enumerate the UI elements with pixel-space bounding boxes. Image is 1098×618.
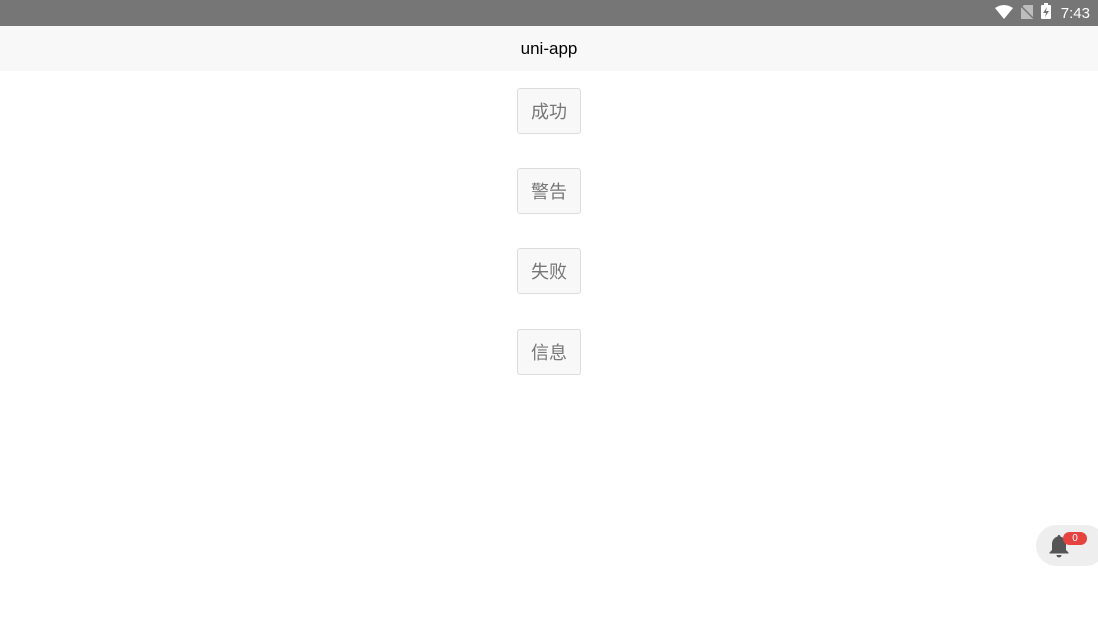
wifi-icon xyxy=(994,4,1013,23)
no-sim-icon xyxy=(1020,4,1034,23)
status-bar: 7:43 xyxy=(0,0,1098,26)
success-button[interactable]: 成功 xyxy=(517,88,581,134)
status-time: 7:43 xyxy=(1060,4,1090,22)
status-icons: 7:43 xyxy=(994,0,1090,26)
notification-float-button[interactable]: 0 xyxy=(1036,525,1098,566)
page-title: uni-app xyxy=(520,38,578,58)
error-button[interactable]: 失败 xyxy=(517,248,581,294)
navigation-bar: uni-app xyxy=(0,26,1098,71)
info-button[interactable]: 信息 xyxy=(517,329,581,375)
battery-charging-icon xyxy=(1040,3,1051,23)
notification-count-badge: 0 xyxy=(1063,532,1087,545)
warning-button[interactable]: 警告 xyxy=(517,168,581,214)
